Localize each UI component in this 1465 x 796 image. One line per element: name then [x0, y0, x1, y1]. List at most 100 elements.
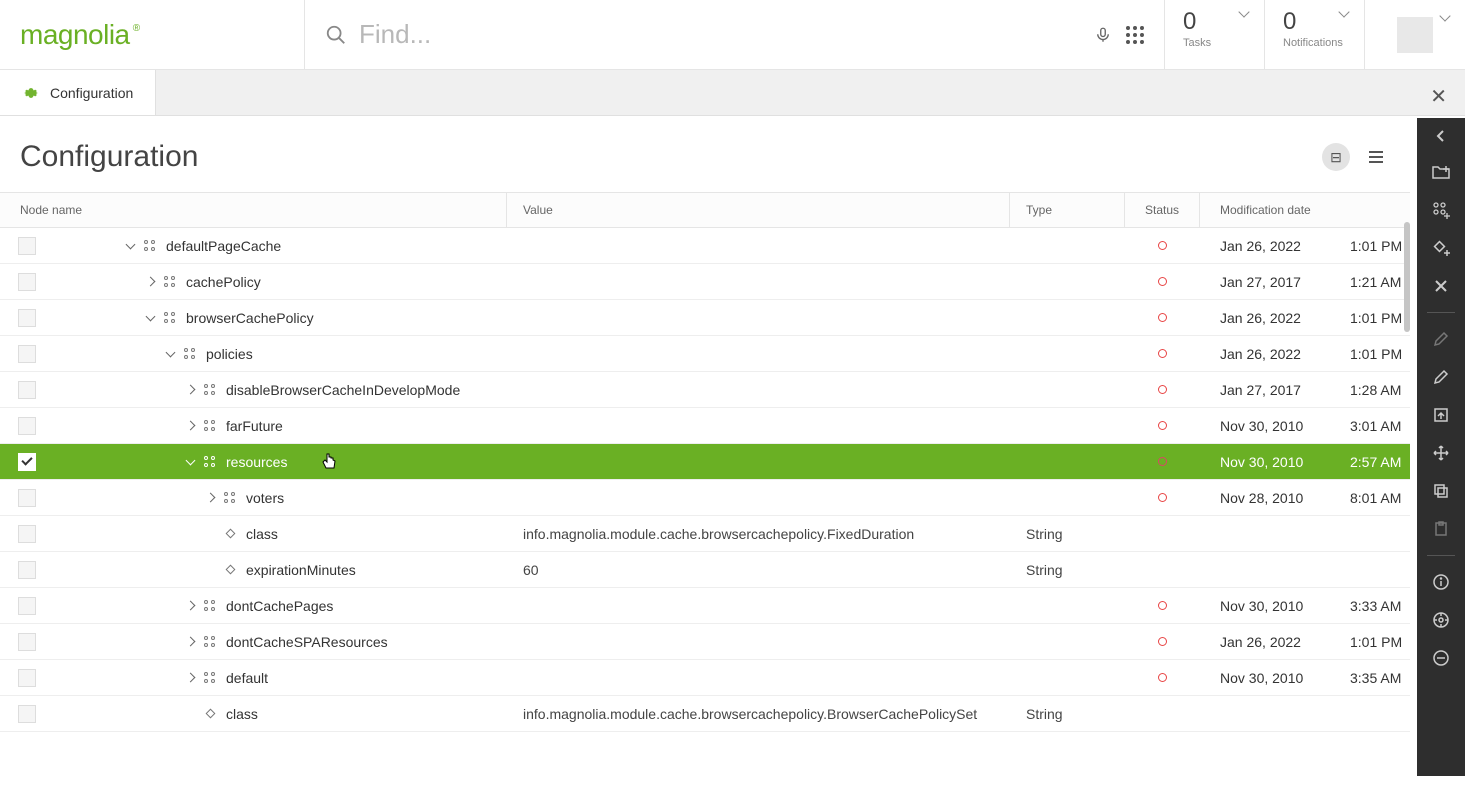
dots-plus-icon	[1432, 201, 1450, 219]
row-checkbox[interactable]	[18, 525, 36, 543]
rail-btn-edit[interactable]	[1421, 359, 1461, 395]
cell-type: String	[1010, 696, 1125, 731]
col-header-value[interactable]: Value	[507, 193, 1010, 227]
table-row[interactable]: dontCachePagesNov 30, 20103:33 AM	[0, 588, 1410, 624]
chevron-right-icon	[185, 601, 195, 611]
table-row[interactable]: disableBrowserCacheInDevelopModeJan 27, …	[0, 372, 1410, 408]
table-row[interactable]: policiesJan 26, 20221:01 PM	[0, 336, 1410, 372]
col-header-type[interactable]: Type	[1010, 193, 1125, 227]
cell-type: String	[1010, 552, 1125, 587]
row-checkbox[interactable]	[18, 633, 36, 651]
row-checkbox[interactable]	[18, 669, 36, 687]
expander[interactable]	[182, 454, 198, 470]
rail-btn-add-property[interactable]	[1421, 230, 1461, 266]
mod-time: 1:01 PM	[1350, 238, 1402, 254]
rail-btn-publish[interactable]	[1421, 397, 1461, 433]
row-checkbox[interactable]	[18, 489, 36, 507]
table-row[interactable]: resources选Nov 30, 20102:57 AM	[0, 444, 1410, 480]
col-header-status[interactable]: Status	[1125, 193, 1200, 227]
row-checkbox[interactable]	[18, 453, 36, 471]
cell-status	[1125, 696, 1200, 731]
cell-value	[507, 372, 1010, 407]
tree-view-toggle[interactable]: ⊟	[1322, 143, 1350, 171]
mod-date: Jan 26, 2022	[1220, 634, 1310, 650]
row-checkbox[interactable]	[18, 561, 36, 579]
chevron-right-icon	[185, 385, 195, 395]
rail-btn-info[interactable]	[1421, 564, 1461, 600]
table-row[interactable]: defaultPageCacheJan 26, 20221:01 PM	[0, 228, 1410, 264]
rail-btn-move[interactable]	[1421, 435, 1461, 471]
expander[interactable]	[202, 490, 218, 506]
notifications-pill[interactable]: 0 Notifications	[1265, 0, 1365, 69]
tasks-pill[interactable]: 0 Tasks	[1165, 0, 1265, 69]
row-checkbox[interactable]	[18, 417, 36, 435]
table-row[interactable]: expirationMinutes60String	[0, 552, 1410, 588]
cell-status	[1125, 660, 1200, 695]
table-row[interactable]: classinfo.magnolia.module.cache.browserc…	[0, 516, 1410, 552]
expander[interactable]	[182, 634, 198, 650]
expander[interactable]	[162, 346, 178, 362]
brand-logo[interactable]: magnolia	[0, 0, 305, 69]
expander[interactable]	[142, 310, 158, 326]
cell-value	[507, 624, 1010, 659]
rail-btn-delete[interactable]	[1421, 268, 1461, 304]
tab-configuration[interactable]: Configuration	[0, 70, 156, 115]
table-row[interactable]: votersNov 28, 20108:01 AM	[0, 480, 1410, 516]
rail-btn-add-folder[interactable]	[1421, 154, 1461, 190]
table-row[interactable]: browserCachePolicyJan 26, 20221:01 PM	[0, 300, 1410, 336]
cell-value	[507, 444, 1010, 479]
rail-btn-paste[interactable]	[1421, 511, 1461, 547]
mod-time: 2:57 AM	[1350, 454, 1401, 470]
status-unpublished-icon	[1158, 457, 1167, 466]
app-launcher-icon[interactable]	[1126, 26, 1144, 44]
expander[interactable]	[182, 598, 198, 614]
rail-collapse-button[interactable]	[1436, 130, 1446, 142]
row-checkbox[interactable]	[18, 705, 36, 723]
row-checkbox[interactable]	[18, 597, 36, 615]
rail-btn-collapse-all[interactable]	[1421, 640, 1461, 676]
expander[interactable]	[182, 670, 198, 686]
rail-btn-copy[interactable]	[1421, 473, 1461, 509]
cell-value	[507, 408, 1010, 443]
paste-icon	[1433, 521, 1449, 537]
col-header-node[interactable]: Node name	[0, 193, 507, 227]
rail-btn-tools[interactable]	[1421, 602, 1461, 638]
list-view-toggle[interactable]	[1362, 143, 1390, 171]
row-checkbox[interactable]	[18, 345, 36, 363]
cell-node: browserCachePolicy	[0, 300, 507, 335]
search-input[interactable]	[359, 19, 1080, 50]
tree-scrollbar[interactable]	[1404, 222, 1410, 422]
move-icon	[1433, 445, 1449, 461]
tree-body[interactable]: defaultPageCacheJan 26, 20221:01 PMcache…	[0, 228, 1410, 796]
expander[interactable]	[122, 238, 138, 254]
expander[interactable]	[142, 274, 158, 290]
row-checkbox[interactable]	[18, 237, 36, 255]
microphone-icon[interactable]	[1094, 26, 1112, 44]
search-area	[305, 0, 1165, 69]
table-row[interactable]: farFutureNov 30, 20103:01 AM	[0, 408, 1410, 444]
row-checkbox[interactable]	[18, 381, 36, 399]
cell-status	[1125, 228, 1200, 263]
cell-type	[1010, 264, 1125, 299]
cell-value	[507, 480, 1010, 515]
rail-btn-add-content[interactable]	[1421, 192, 1461, 228]
row-checkbox[interactable]	[18, 273, 36, 291]
rail-btn-edit-grey[interactable]	[1421, 321, 1461, 357]
expander[interactable]	[182, 418, 198, 434]
table-row[interactable]: classinfo.magnolia.module.cache.browserc…	[0, 696, 1410, 732]
mod-date: Jan 26, 2022	[1220, 310, 1310, 326]
table-row[interactable]: cachePolicyJan 27, 20171:21 AM	[0, 264, 1410, 300]
table-row[interactable]: defaultNov 30, 20103:35 AM	[0, 660, 1410, 696]
user-menu[interactable]	[1365, 0, 1465, 69]
cell-node: defaultPageCache	[0, 228, 507, 263]
expander[interactable]	[182, 382, 198, 398]
collapse-icon	[1433, 650, 1449, 666]
expander	[202, 526, 218, 542]
row-checkbox[interactable]	[18, 309, 36, 327]
info-icon	[1433, 574, 1449, 590]
close-icon[interactable]: ✕	[1430, 84, 1447, 109]
cell-node: voters	[0, 480, 507, 515]
col-header-mod[interactable]: Modification date	[1200, 193, 1410, 227]
table-row[interactable]: dontCacheSPAResourcesJan 26, 20221:01 PM	[0, 624, 1410, 660]
cell-type	[1010, 588, 1125, 623]
